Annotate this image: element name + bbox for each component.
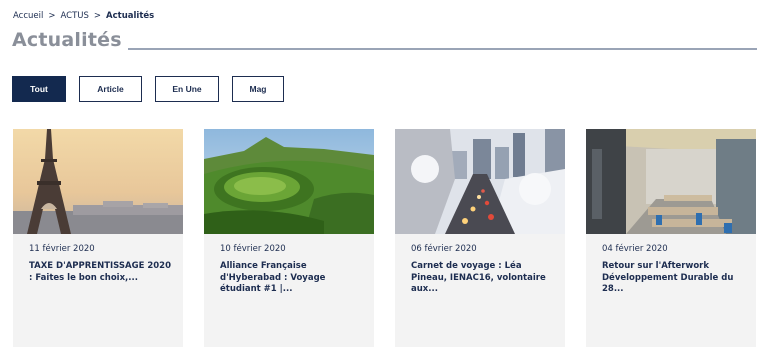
filter-bar: Tout Article En Une Mag — [12, 76, 284, 102]
news-card-date: 04 février 2020 — [602, 244, 668, 254]
filter-tout-button[interactable]: Tout — [12, 76, 66, 102]
breadcrumb: Accueil > ACTUS > Actualités — [13, 11, 154, 21]
news-card-date: 11 février 2020 — [29, 244, 95, 254]
news-card-image-volcano[interactable] — [204, 129, 374, 234]
news-card[interactable]: 04 février 2020 Retour sur l'Afterwork D… — [586, 129, 756, 347]
news-card-date: 10 février 2020 — [220, 244, 286, 254]
page-header: Actualités — [12, 29, 757, 53]
news-card-image-eiffel-tower[interactable] — [13, 129, 183, 234]
news-card-title[interactable]: Carnet de voyage : Léa Pineau, IENAC16, … — [411, 261, 553, 296]
breadcrumb-separator: > — [48, 11, 56, 21]
title-divider — [128, 48, 757, 50]
news-card-title[interactable]: Alliance Française d'Hyberabad : Voyage … — [220, 261, 362, 296]
news-card-list: 11 février 2020 TAXE D'APPRENTISSAGE 202… — [13, 129, 756, 347]
news-card[interactable]: 10 février 2020 Alliance Française d'Hyb… — [204, 129, 374, 347]
breadcrumb-current: Actualités — [106, 11, 155, 21]
news-card-title[interactable]: TAXE D'APPRENTISSAGE 2020 : Faites le bo… — [29, 261, 171, 284]
filter-article-button[interactable]: Article — [79, 76, 142, 102]
page-title: Actualités — [12, 29, 122, 51]
breadcrumb-separator: > — [93, 11, 102, 21]
filter-en-une-button[interactable]: En Une — [155, 76, 219, 102]
news-card-image-snowy-city[interactable] — [395, 129, 565, 234]
news-card-image-cafeteria[interactable] — [586, 129, 756, 234]
news-card[interactable]: 06 février 2020 Carnet de voyage : Léa P… — [395, 129, 565, 347]
filter-mag-button[interactable]: Mag — [232, 76, 284, 102]
breadcrumb-home-link[interactable]: Accueil — [13, 11, 43, 21]
breadcrumb-actus-link[interactable]: ACTUS — [60, 11, 88, 21]
news-card[interactable]: 11 février 2020 TAXE D'APPRENTISSAGE 202… — [13, 129, 183, 347]
news-card-date: 06 février 2020 — [411, 244, 477, 254]
news-card-title[interactable]: Retour sur l'Afterwork Développement Dur… — [602, 261, 744, 296]
